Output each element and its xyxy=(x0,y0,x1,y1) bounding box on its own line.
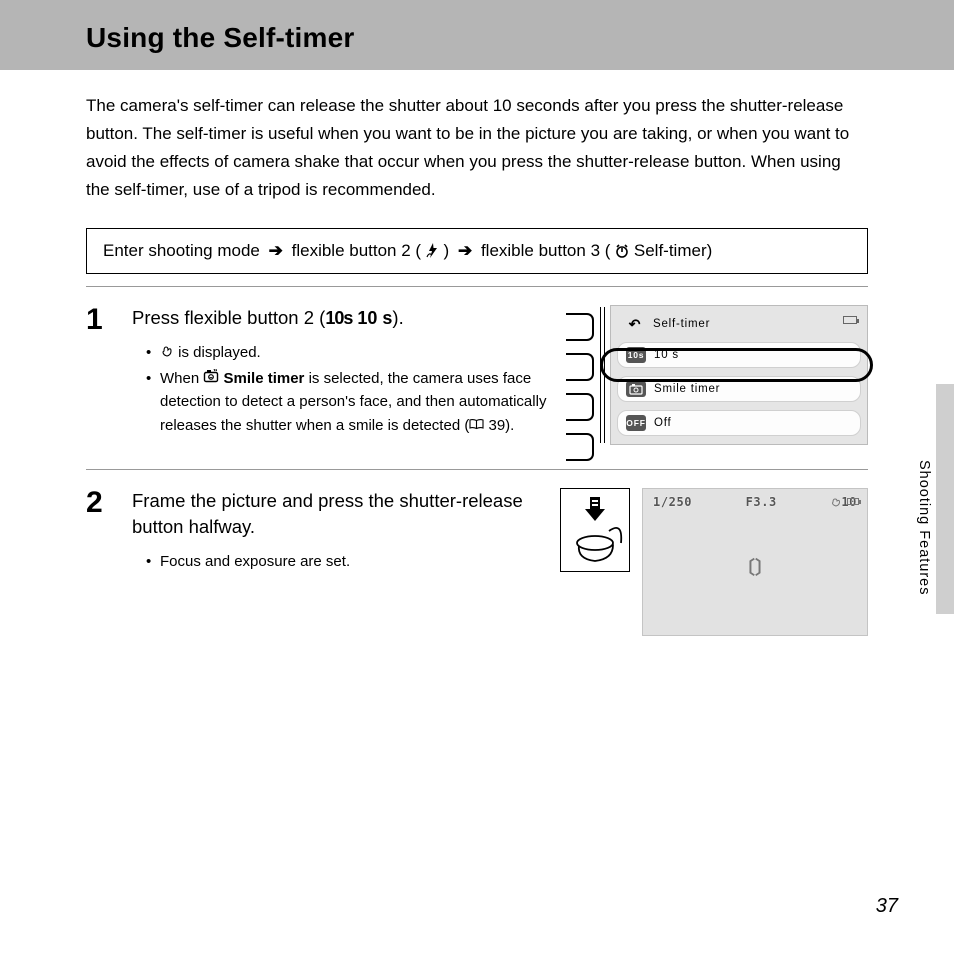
half-press-illustration xyxy=(560,488,630,572)
nav-step-c-pre: flexible button 3 ( xyxy=(481,241,610,260)
battery-icon xyxy=(847,498,859,505)
page-title: Using the Self-timer xyxy=(86,22,954,54)
bullet: Focus and exposure are set. xyxy=(146,550,546,573)
step-number: 2 xyxy=(86,488,114,636)
nav-step-c-post: Self-timer) xyxy=(634,241,712,260)
menu-header-label: Self-timer xyxy=(653,318,710,330)
step-1-title-bold: 10 s xyxy=(352,308,392,328)
self-timer-icon xyxy=(610,241,633,260)
page-number: 37 xyxy=(876,895,898,918)
step-2-title: Frame the picture and press the shutter-… xyxy=(132,488,546,540)
flexible-buttons xyxy=(566,313,594,461)
menu-option-10s: 10s 10 s xyxy=(617,342,861,368)
navigation-path-box: Enter shooting mode ➔ flexible button 2 … xyxy=(86,228,868,274)
ten-seconds-icon: 10s xyxy=(325,308,352,328)
bullet-ref: 39). xyxy=(484,417,514,434)
menu-option-off: OFF Off xyxy=(617,410,861,436)
step-1-title-pre: Press flexible button 2 ( xyxy=(132,307,325,328)
arrow-icon: ➔ xyxy=(269,241,283,260)
flexible-button-1 xyxy=(566,313,594,341)
off-icon: OFF xyxy=(626,415,646,431)
battery-icon xyxy=(843,316,857,324)
back-icon: ↶ xyxy=(625,316,645,332)
menu-illustration: ↶ Self-timer 10s 10 s Smile timer xyxy=(566,305,868,445)
menu-option-label: 10 s xyxy=(654,349,679,361)
chapter-label: Shooting Features xyxy=(916,460,932,596)
nav-step-a: Enter shooting mode xyxy=(103,241,260,260)
hand-icon xyxy=(160,341,174,364)
menu-option-label: Smile timer xyxy=(654,383,720,395)
menu-panel: ↶ Self-timer 10s 10 s Smile timer xyxy=(610,305,868,445)
flash-timer-icon xyxy=(421,241,443,260)
step-1: 1 Press flexible button 2 (10s 10 s). is… xyxy=(86,287,868,469)
flexible-button-4 xyxy=(566,433,594,461)
lcd-top-indicators: 1/250 F3.3 10 xyxy=(643,495,867,509)
nav-step-b-pre: flexible button 2 ( xyxy=(292,241,421,260)
bullet: is displayed. xyxy=(146,341,552,364)
content: The camera's self-timer can release the … xyxy=(0,70,954,660)
step-1-title: Press flexible button 2 (10s 10 s). xyxy=(132,305,552,331)
ten-seconds-icon: 10s xyxy=(626,347,646,363)
menu-option-label: Off xyxy=(654,417,672,429)
chapter-tab xyxy=(936,384,954,614)
step-2: 2 Frame the picture and press the shutte… xyxy=(86,470,868,660)
step-2-illustration: 1/250 F3.3 10 〔 〕 xyxy=(560,488,868,636)
focus-brackets: 〔 〕 xyxy=(737,554,773,576)
aperture: F3.3 xyxy=(746,495,777,509)
flexible-button-3 xyxy=(566,393,594,421)
smile-timer-icon xyxy=(203,367,219,390)
intro-paragraph: The camera's self-timer can release the … xyxy=(86,92,868,204)
side-divider xyxy=(600,307,605,443)
book-icon xyxy=(469,414,484,437)
bullet-pre: When xyxy=(160,370,203,387)
bullet: When Smile timer is selected, the camera… xyxy=(146,367,552,438)
step-1-title-post: ). xyxy=(392,307,403,328)
lcd-screen: 1/250 F3.3 10 〔 〕 xyxy=(642,488,868,636)
menu-option-smile: Smile timer xyxy=(617,376,861,402)
menu-header: ↶ Self-timer xyxy=(617,314,861,334)
bullet-bold: Smile timer xyxy=(219,370,304,387)
bracket-left-icon: 〔 xyxy=(737,554,755,576)
title-bar: Using the Self-timer xyxy=(0,0,954,70)
bullet-text: is displayed. xyxy=(174,344,261,361)
arrow-icon: ➔ xyxy=(458,241,472,260)
step-number: 1 xyxy=(86,305,114,445)
flexible-button-2 xyxy=(566,353,594,381)
shutter-speed: 1/250 xyxy=(653,495,692,509)
smile-timer-icon xyxy=(626,381,646,397)
bracket-right-icon: 〕 xyxy=(755,554,773,576)
nav-step-b-post: ) xyxy=(444,241,450,260)
